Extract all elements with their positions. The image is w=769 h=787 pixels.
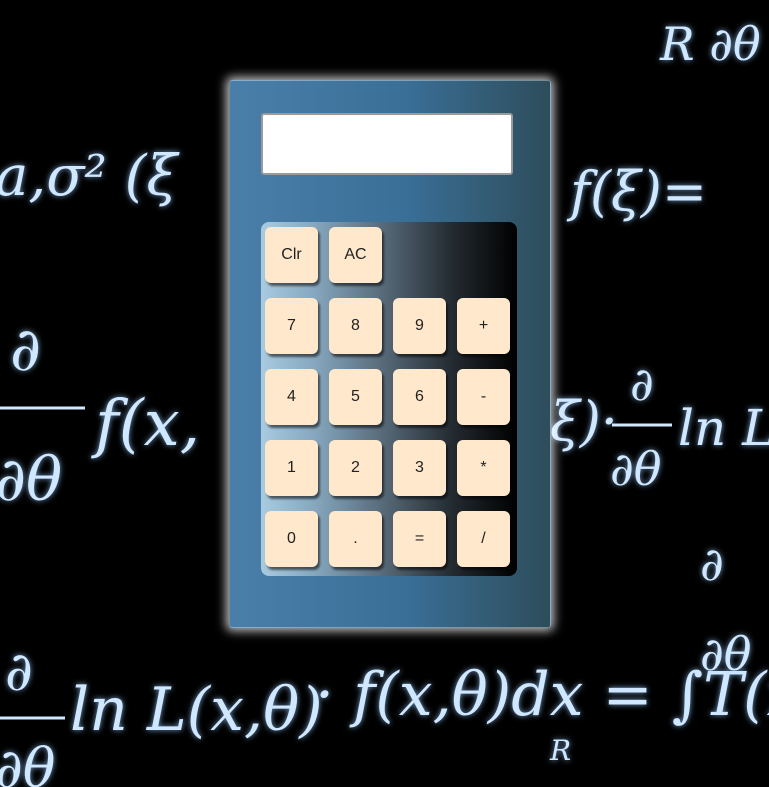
formula-fragment: ∂θ [0,445,62,515]
digit-3-button[interactable]: 3 [393,440,446,496]
formula-fragment: ∂ [630,357,654,411]
divide-button[interactable]: / [457,511,510,567]
calculator-display[interactable] [261,113,513,175]
formula-fragment: ln L(ξ [678,399,769,457]
formula-fragment: ξ)· [550,390,618,453]
formula-fragment: ∂ [5,640,33,703]
multiply-button[interactable]: * [457,440,510,496]
formula-fragment: ∂θ [610,442,661,496]
calculator: Clr AC 7 8 9 + 4 5 6 - 1 2 3 * 0 . = / [229,80,551,628]
digit-7-button[interactable]: 7 [265,298,318,354]
formula-fragment: ∂θ [0,737,55,787]
formula-fragment: ln L(x,θ) [70,675,323,745]
equals-button[interactable]: = [393,511,446,567]
formula-fragment: R ∂θ [659,17,761,71]
subtract-button[interactable]: - [457,369,510,425]
digit-0-button[interactable]: 0 [265,511,318,567]
digit-4-button[interactable]: 4 [265,369,318,425]
decimal-button[interactable]: . [329,511,382,567]
formula-fragment: ∂θ [700,627,751,681]
formula-fragment: ∂ [700,537,724,591]
digit-8-button[interactable]: 8 [329,298,382,354]
keypad: Clr AC 7 8 9 + 4 5 6 - 1 2 3 * 0 . = / [261,222,517,576]
add-button[interactable]: + [457,298,510,354]
formula-fragment: ∂ [10,315,41,385]
formula-fragment: f(x, [91,387,200,461]
digit-5-button[interactable]: 5 [329,369,382,425]
formula-fragment: R [549,734,571,767]
clear-button[interactable]: Clr [265,227,318,283]
digit-6-button[interactable]: 6 [393,369,446,425]
digit-1-button[interactable]: 1 [265,440,318,496]
all-clear-button[interactable]: AC [329,227,382,283]
formula-fragment: f(ξ)= [566,160,707,223]
formula-fragment: a,σ² (ξ [0,144,181,209]
digit-9-button[interactable]: 9 [393,298,446,354]
digit-2-button[interactable]: 2 [329,440,382,496]
